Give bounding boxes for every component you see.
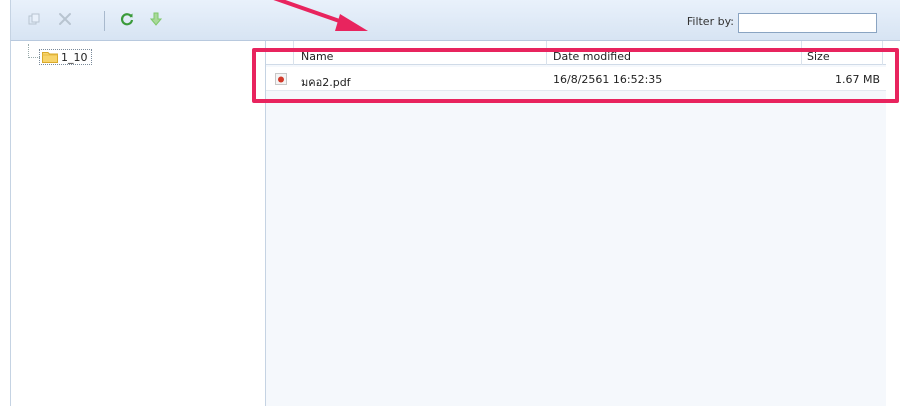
tree-connector [28, 44, 29, 58]
filter-input[interactable] [738, 13, 877, 33]
tree-node-label: 1_10 [61, 50, 88, 64]
folder-tree: 1_10 [10, 41, 266, 406]
filter-label: Filter by: [686, 15, 734, 28]
arrow-down-icon [150, 12, 162, 26]
copy-icon [28, 13, 40, 25]
file-manager: Filter by: 1_10 Name Date modified Size [0, 0, 900, 406]
annotation-highlight-box [252, 48, 899, 103]
tree-node-folder[interactable]: 1_10 [39, 49, 92, 65]
refresh-icon [121, 13, 134, 26]
copy-button[interactable] [25, 10, 43, 28]
delete-button[interactable] [56, 10, 74, 28]
close-icon [59, 13, 71, 25]
refresh-button[interactable] [118, 10, 136, 28]
folder-icon [42, 52, 58, 63]
toolbar-separator [104, 11, 105, 31]
toolbar: Filter by: [10, 0, 900, 41]
download-button[interactable] [147, 10, 165, 28]
